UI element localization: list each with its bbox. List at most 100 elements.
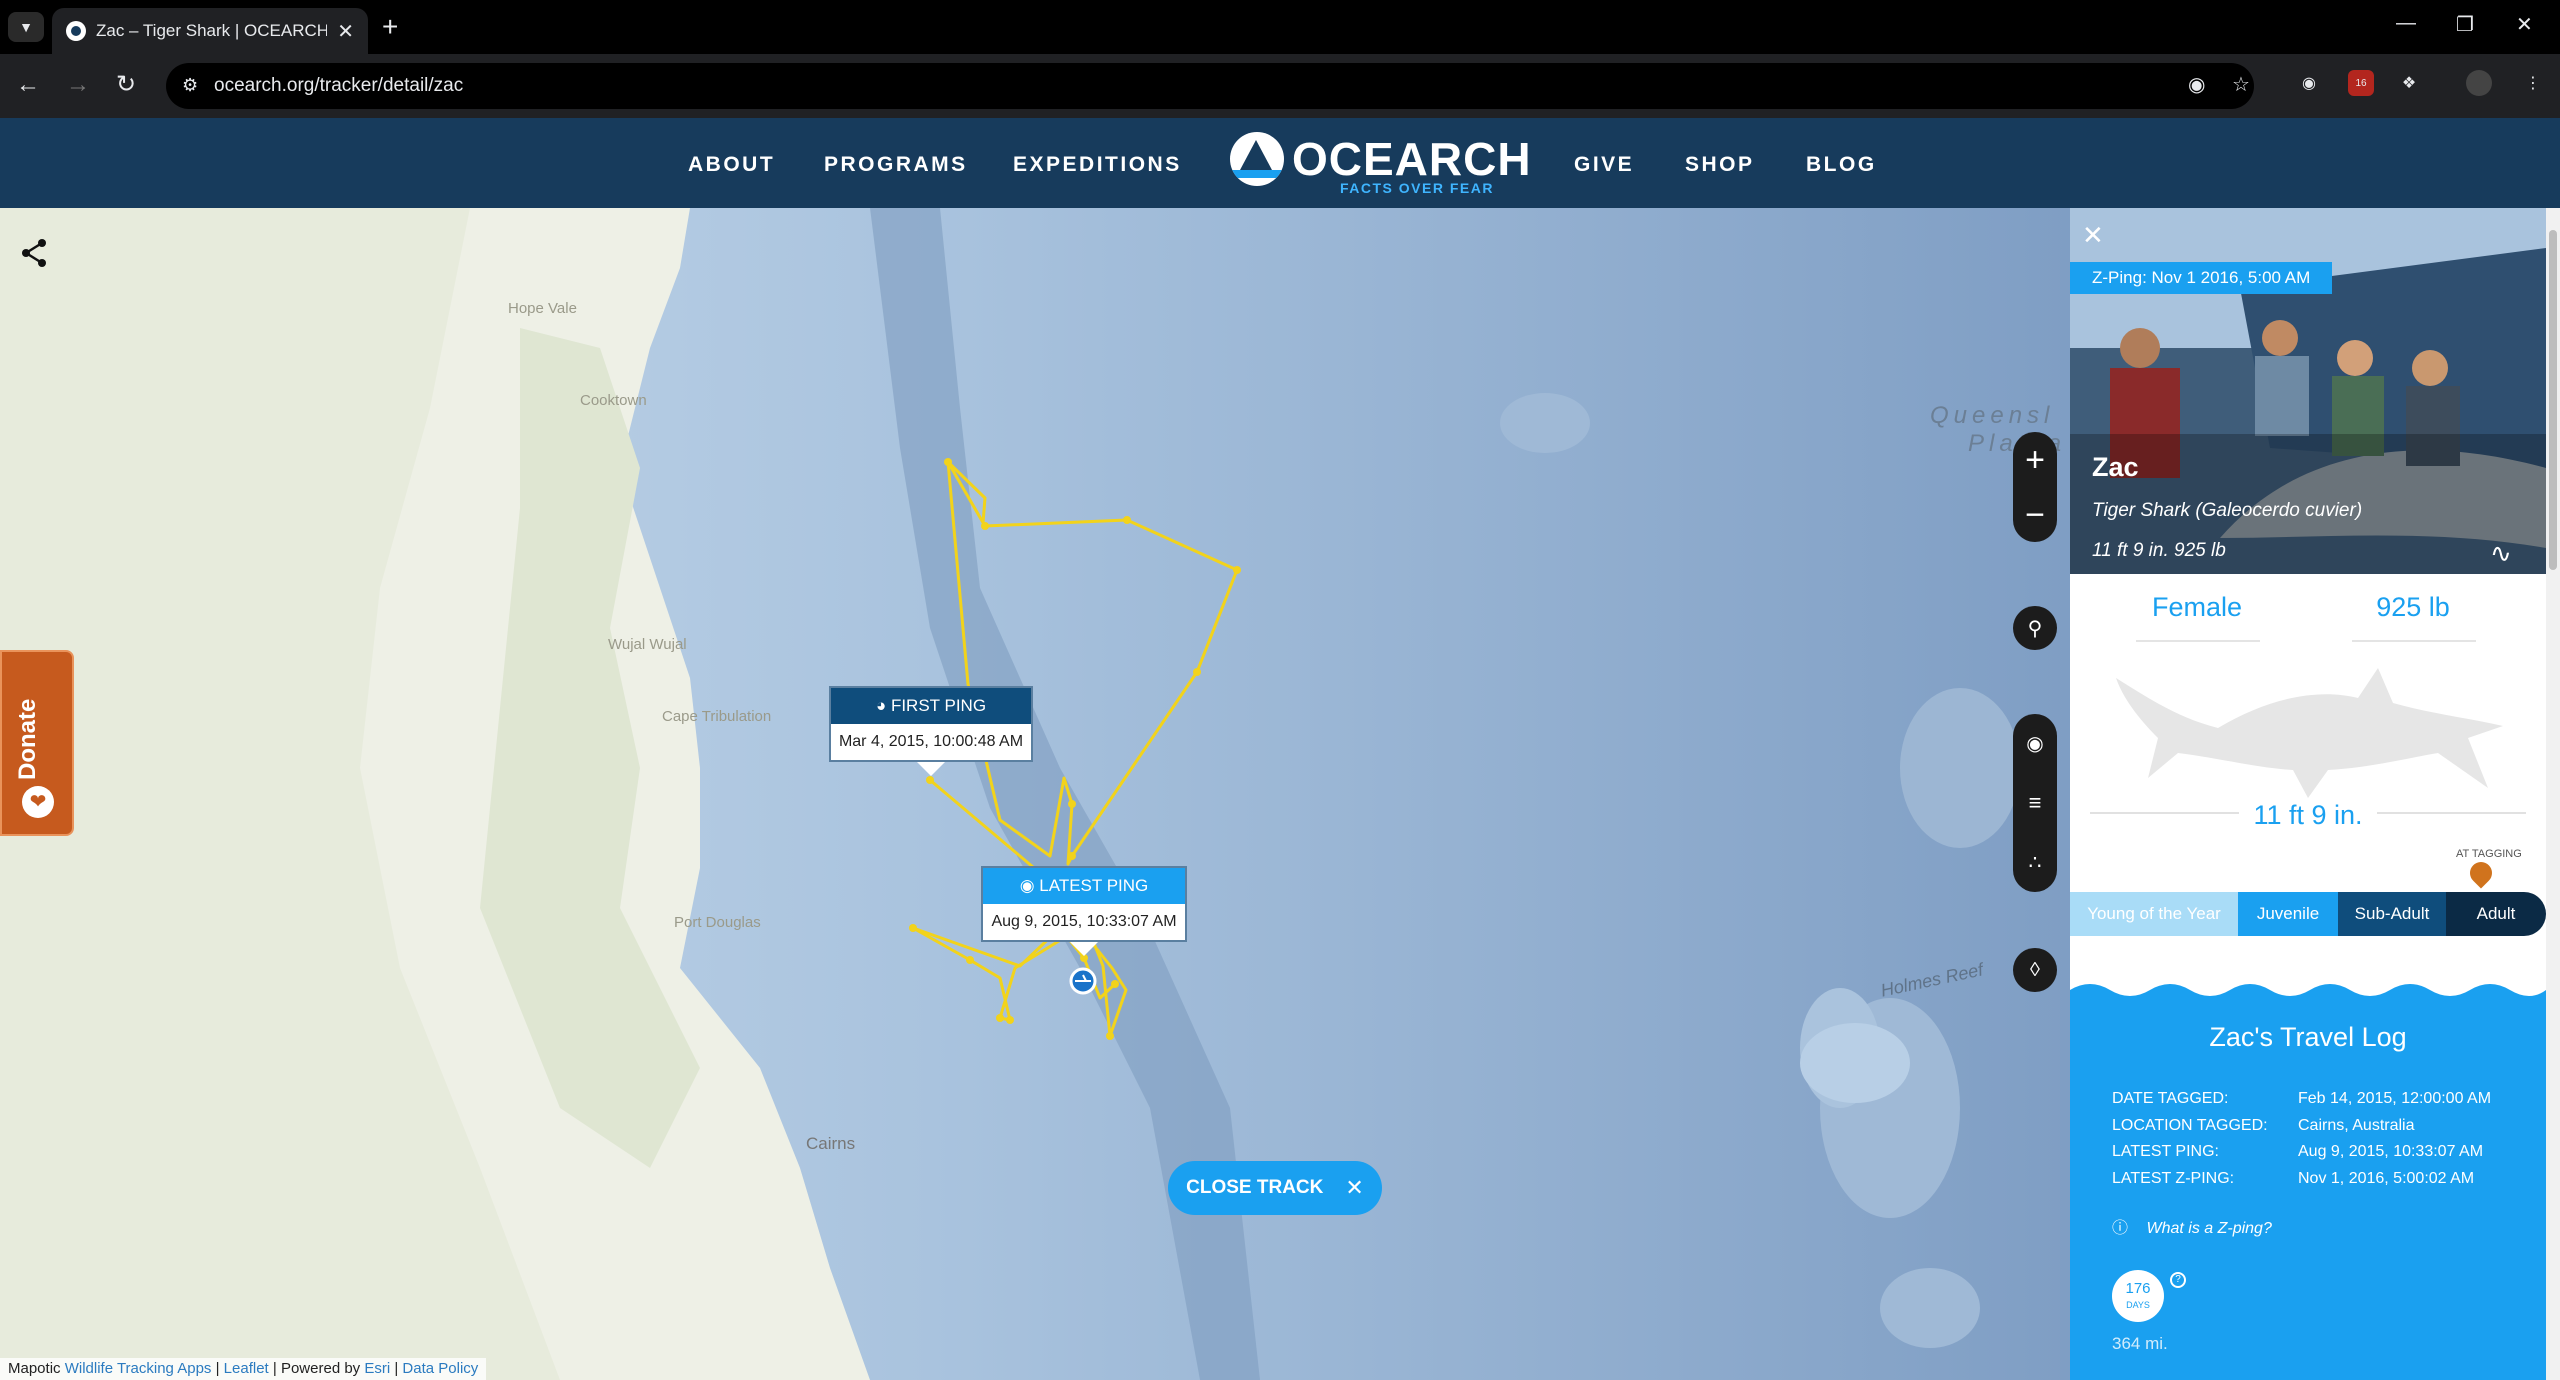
share-icon[interactable] xyxy=(20,238,48,276)
panel-close-icon[interactable]: ✕ xyxy=(2082,220,2104,251)
gender-underline xyxy=(2136,640,2260,642)
zping-help-text: What is a Z-ping? xyxy=(2146,1220,2272,1237)
latest-ping-label: LATEST PING xyxy=(1039,876,1149,895)
reload-icon[interactable]: ↻ xyxy=(116,70,136,100)
zoom-in-icon[interactable]: + xyxy=(2025,443,2045,477)
map-background xyxy=(0,208,2070,1380)
close-track-button[interactable]: CLOSE TRACK ✕ xyxy=(1168,1161,1382,1215)
days-help-icon[interactable]: ? xyxy=(2170,1272,2186,1288)
url-text: ocearch.org/tracker/detail/zac xyxy=(214,75,464,96)
first-ping-date: Mar 4, 2015, 10:00:48 AM xyxy=(838,733,1024,750)
ocearch-logo[interactable]: OCEARCH FACTS OVER FEAR xyxy=(1230,132,1532,196)
latest-ping-marker-icon: ◉ xyxy=(1019,876,1035,895)
nav-programs[interactable]: PROGRAMS xyxy=(824,153,968,177)
stage-young-of-the-year: Young of the Year xyxy=(2070,892,2238,936)
log-label-latest-ping: LATEST PING: xyxy=(2112,1143,2219,1160)
shark-name: Zac xyxy=(2092,452,2139,482)
heart-icon: ❤ xyxy=(22,786,54,818)
weight-value: 925 lb xyxy=(2376,592,2450,622)
activity-pulse-icon[interactable]: ∿ xyxy=(2490,538,2512,569)
log-value-date-tagged: Feb 14, 2015, 12:00:00 AM xyxy=(2298,1090,2492,1107)
latest-ping-popup: ◉ LATEST PING Aug 9, 2015, 10:33:07 AM xyxy=(981,866,1187,942)
first-ping-pointer xyxy=(917,762,945,776)
back-arrow-icon[interactable]: ← xyxy=(16,70,40,100)
map-label-hope-vale: Hope Vale xyxy=(508,300,577,317)
log-label-location-tagged: LOCATION TAGGED: xyxy=(2112,1117,2268,1134)
bookmark-star-icon[interactable]: ☆ xyxy=(2232,72,2250,97)
tab-search-button[interactable]: ▼ xyxy=(8,12,44,42)
target-icon[interactable]: ◉ xyxy=(2026,731,2043,756)
nav-give[interactable]: GIVE xyxy=(1574,153,1634,177)
nav-about[interactable]: ABOUT xyxy=(688,153,775,177)
attribution-mapotic: Mapotic xyxy=(8,1360,61,1377)
attribution-leaflet-link[interactable]: Leaflet xyxy=(224,1360,269,1377)
site-header: ABOUT PROGRAMS EXPEDITIONS OCEARCH FACTS… xyxy=(0,118,2560,208)
stage-juvenile: Juvenile xyxy=(2238,892,2338,936)
minimize-icon[interactable]: — xyxy=(2396,12,2416,35)
locate-button[interactable]: ⚲ xyxy=(2013,606,2057,650)
attribution-esri-link[interactable]: Esri xyxy=(364,1360,390,1377)
attribution-data-policy-link[interactable]: Data Policy xyxy=(402,1360,478,1377)
eye-off-icon[interactable]: ◉ xyxy=(2188,72,2205,97)
donate-tab[interactable]: Donate ❤ xyxy=(0,650,74,836)
new-tab-button[interactable]: + xyxy=(382,12,398,42)
cluster-icon[interactable]: ∴ xyxy=(2029,850,2042,875)
gender-value: Female xyxy=(2151,592,2243,622)
map-label-cape-tribulation: Cape Tribulation xyxy=(662,708,772,725)
window-close-icon[interactable]: ✕ xyxy=(2516,12,2533,37)
site-info-icon[interactable]: ⚙ xyxy=(182,75,198,96)
address-bar[interactable]: ⚙ ocearch.org/tracker/detail/zac xyxy=(166,63,2254,109)
latest-ping-date: Aug 9, 2015, 10:33:07 AM xyxy=(991,913,1177,930)
map-attribution: Mapotic Wildlife Tracking Apps | Leaflet… xyxy=(0,1358,487,1380)
extensions-puzzle-icon[interactable]: ❖ xyxy=(2396,70,2422,96)
layers-icon: ◊ xyxy=(2030,958,2040,981)
days-tracked-unit: DAYS xyxy=(2126,1300,2150,1310)
donate-label: Donate xyxy=(14,698,41,780)
first-ping-header: ◕ FIRST PING xyxy=(831,688,1031,724)
list-icon[interactable]: ≡ xyxy=(2029,790,2042,816)
stage-adult: Adult xyxy=(2446,892,2546,936)
tab-close-icon[interactable]: ✕ xyxy=(337,19,354,44)
extension-glasses-icon[interactable]: ◉ xyxy=(2296,70,2322,96)
life-stage-bar: Young of the Year Juvenile Sub-Adult Adu… xyxy=(2070,892,2546,936)
log-value-location-tagged: Cairns, Australia xyxy=(2298,1117,2415,1134)
zping-help-link[interactable]: ⓘ What is a Z-ping? xyxy=(2112,1214,2272,1238)
latest-ping-header: ◉ LATEST PING xyxy=(983,868,1185,904)
zping-badge: Z-Ping: Nov 1 2016, 5:00 AM xyxy=(2070,262,2333,294)
map-label-cooktown: Cooktown xyxy=(580,392,647,409)
browser-tabbar: ▼ Zac – Tiger Shark | OCEARCH Shark Trac… xyxy=(0,0,2560,54)
travel-log-title: Zac's Travel Log xyxy=(2209,1022,2407,1052)
length-value-wrap: 11 ft 9 in. xyxy=(2070,800,2546,831)
profile-avatar[interactable] xyxy=(2466,70,2492,96)
weight-underline xyxy=(2352,640,2476,642)
shark-photo: ✕ Z-Ping: Nov 1 2016, 5:00 AM Zac Tiger … xyxy=(2070,208,2546,574)
extension-badge-icon[interactable]: 16 xyxy=(2348,70,2374,96)
close-track-label: CLOSE TRACK xyxy=(1186,1177,1324,1198)
log-label-latest-zping: LATEST Z-PING: xyxy=(2112,1170,2235,1187)
shark-size: 11 ft 9 in. 925 lb xyxy=(2092,540,2226,561)
days-tracked-badge: 176 DAYS xyxy=(2112,1270,2164,1322)
log-label-date-tagged: DATE TAGGED: xyxy=(2112,1090,2229,1107)
map-label-port-douglas: Port Douglas xyxy=(674,914,761,931)
zoom-control: + − xyxy=(2013,432,2057,542)
shark-detail-panel: ✕ Z-Ping: Nov 1 2016, 5:00 AM Zac Tiger … xyxy=(2070,208,2546,1380)
panel-scrollbar-thumb[interactable] xyxy=(2549,230,2557,570)
restore-icon[interactable]: ❐ xyxy=(2456,12,2474,37)
more-menu-icon[interactable]: ⋮ xyxy=(2520,70,2546,96)
panel-scrollbar[interactable] xyxy=(2546,208,2560,1380)
distance-traveled: 364 mi. xyxy=(2112,1334,2168,1353)
map-label-wujal-wujal: Wujal Wujal xyxy=(608,636,687,653)
layers-button[interactable]: ◊ xyxy=(2013,948,2057,992)
nav-shop[interactable]: SHOP xyxy=(1685,153,1755,177)
attribution-wildlife-link[interactable]: Wildlife Tracking Apps xyxy=(65,1360,212,1377)
log-value-latest-ping: Aug 9, 2015, 10:33:07 AM xyxy=(2298,1143,2484,1160)
map-tools-control: ◉ ≡ ∴ xyxy=(2013,714,2057,892)
days-tracked-value: 176 xyxy=(2125,1280,2151,1297)
zoom-out-icon[interactable]: − xyxy=(2025,498,2045,532)
map-area[interactable]: Hope Vale Cooktown Wujal Wujal Cape Trib… xyxy=(0,208,2070,1380)
nav-blog[interactable]: BLOG xyxy=(1806,153,1877,177)
browser-tab-active[interactable]: Zac – Tiger Shark | OCEARCH Shark Tracke… xyxy=(52,8,368,54)
forward-arrow-icon[interactable]: → xyxy=(66,70,90,100)
attribution-powered-by: Powered by xyxy=(280,1360,361,1377)
nav-expeditions[interactable]: EXPEDITIONS xyxy=(1013,153,1182,177)
